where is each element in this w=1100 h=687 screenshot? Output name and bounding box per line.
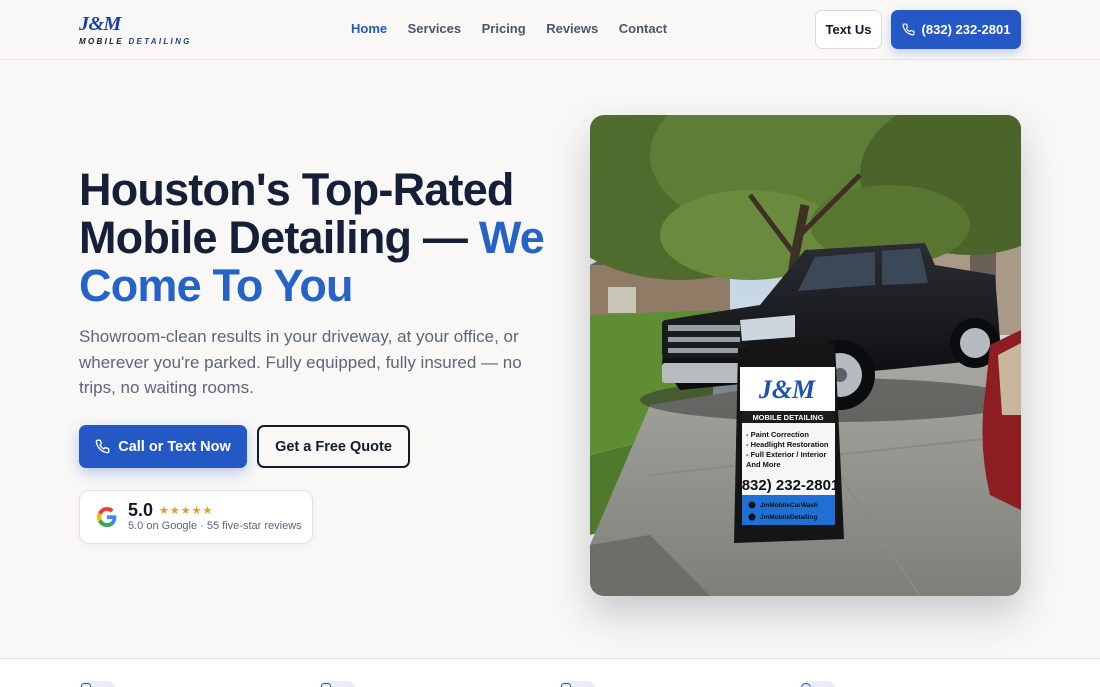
sign-service-4: And More	[746, 460, 781, 469]
brand-logo[interactable]: J&M MOBILE DETAILING	[79, 14, 189, 48]
hero-subtitle: Showroom-clean results in your driveway,…	[79, 327, 522, 397]
phone-icon	[902, 23, 915, 36]
sign-phone: (832) 232-2801	[737, 477, 840, 494]
header-phone-button[interactable]: (832) 232-2801	[891, 10, 1021, 49]
nav-reviews[interactable]: Reviews	[546, 21, 598, 37]
nav-services[interactable]: Services	[408, 21, 462, 37]
call-or-text-label: Call or Text Now	[118, 438, 231, 455]
logo-subtitle: MOBILE DETAILING	[79, 37, 192, 46]
sign-banner: MOBILE DETAILING	[752, 413, 823, 422]
hero-photo: J&M MOBILE DETAILING - Paint Correction …	[590, 115, 1021, 596]
sign-service-3: - Full Exterior / Interior	[746, 450, 827, 459]
phone-icon	[95, 439, 110, 454]
star-icon: ★★★★★	[159, 505, 214, 517]
rating-source: 5.0 on Google · 55 five-star reviews	[128, 520, 302, 532]
sign-social-2: JmMobileDetailing	[760, 514, 817, 521]
google-icon	[97, 507, 117, 527]
main-nav: Home Services Pricing Reviews Contact	[351, 21, 688, 37]
nav-contact[interactable]: Contact	[619, 21, 667, 37]
nav-home[interactable]: Home	[351, 21, 387, 37]
free-quote-button[interactable]: Get a Free Quote	[257, 425, 410, 468]
sign-service-1: - Paint Correction	[746, 430, 809, 439]
text-us-button[interactable]: Text Us	[815, 10, 882, 49]
sign-service-2: - Headlight Restoration	[746, 440, 829, 449]
sign-social-1: JmMobileCarWash	[760, 502, 818, 509]
nav-pricing[interactable]: Pricing	[482, 21, 526, 37]
feature-icon	[559, 681, 595, 687]
shield-icon	[319, 681, 355, 687]
google-review-card[interactable]: 5.0 ★★★★★ 5.0 on Google · 55 five-star r…	[79, 490, 313, 544]
sign-logo: J&M	[758, 375, 816, 404]
features-strip	[0, 658, 1100, 687]
logo-mark: J&M	[79, 13, 121, 35]
rating-value: 5.0	[128, 500, 154, 520]
header-phone-label: (832) 232-2801	[921, 22, 1011, 37]
clock-icon	[799, 681, 835, 687]
hero-title: Houston's Top-Rated Mobile Detailing — We…	[79, 164, 545, 311]
call-or-text-button[interactable]: Call or Text Now	[79, 425, 247, 468]
feature-icon	[79, 681, 115, 687]
site-header: J&M MOBILE DETAILING Home Services Prici…	[0, 0, 1100, 60]
